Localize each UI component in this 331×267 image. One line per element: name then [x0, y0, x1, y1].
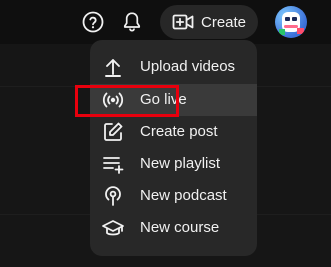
video-plus-icon [171, 10, 195, 34]
menu-item-new-podcast[interactable]: New podcast [90, 180, 257, 212]
edit-icon [101, 120, 125, 144]
podcast-icon [101, 184, 125, 208]
avatar[interactable] [275, 6, 307, 38]
menu-item-label: Create post [140, 123, 218, 140]
menu-item-go-live[interactable]: Go live [90, 84, 257, 116]
broadcast-icon [101, 88, 125, 112]
create-button-label: Create [201, 13, 247, 31]
menu-item-label: New podcast [140, 187, 227, 204]
menu-item-label: Go live [140, 91, 187, 108]
menu-item-new-playlist[interactable]: New playlist [90, 148, 257, 180]
menu-item-upload-videos[interactable]: Upload videos [90, 51, 257, 83]
top-bar: Create [0, 0, 331, 44]
menu-item-label: Upload videos [140, 58, 236, 75]
playlist-add-icon [101, 152, 125, 176]
create-button[interactable]: Create [160, 5, 258, 39]
help-icon[interactable] [81, 10, 105, 34]
graduation-cap-icon [101, 216, 125, 240]
menu-item-create-post[interactable]: Create post [90, 116, 257, 148]
bell-icon[interactable] [120, 10, 144, 34]
create-menu: Upload videos Go live Create post New pl… [90, 40, 257, 256]
menu-item-label: New playlist [140, 155, 221, 172]
menu-item-new-course[interactable]: New course [90, 212, 257, 244]
upload-icon [101, 55, 125, 79]
menu-item-label: New course [140, 219, 220, 236]
